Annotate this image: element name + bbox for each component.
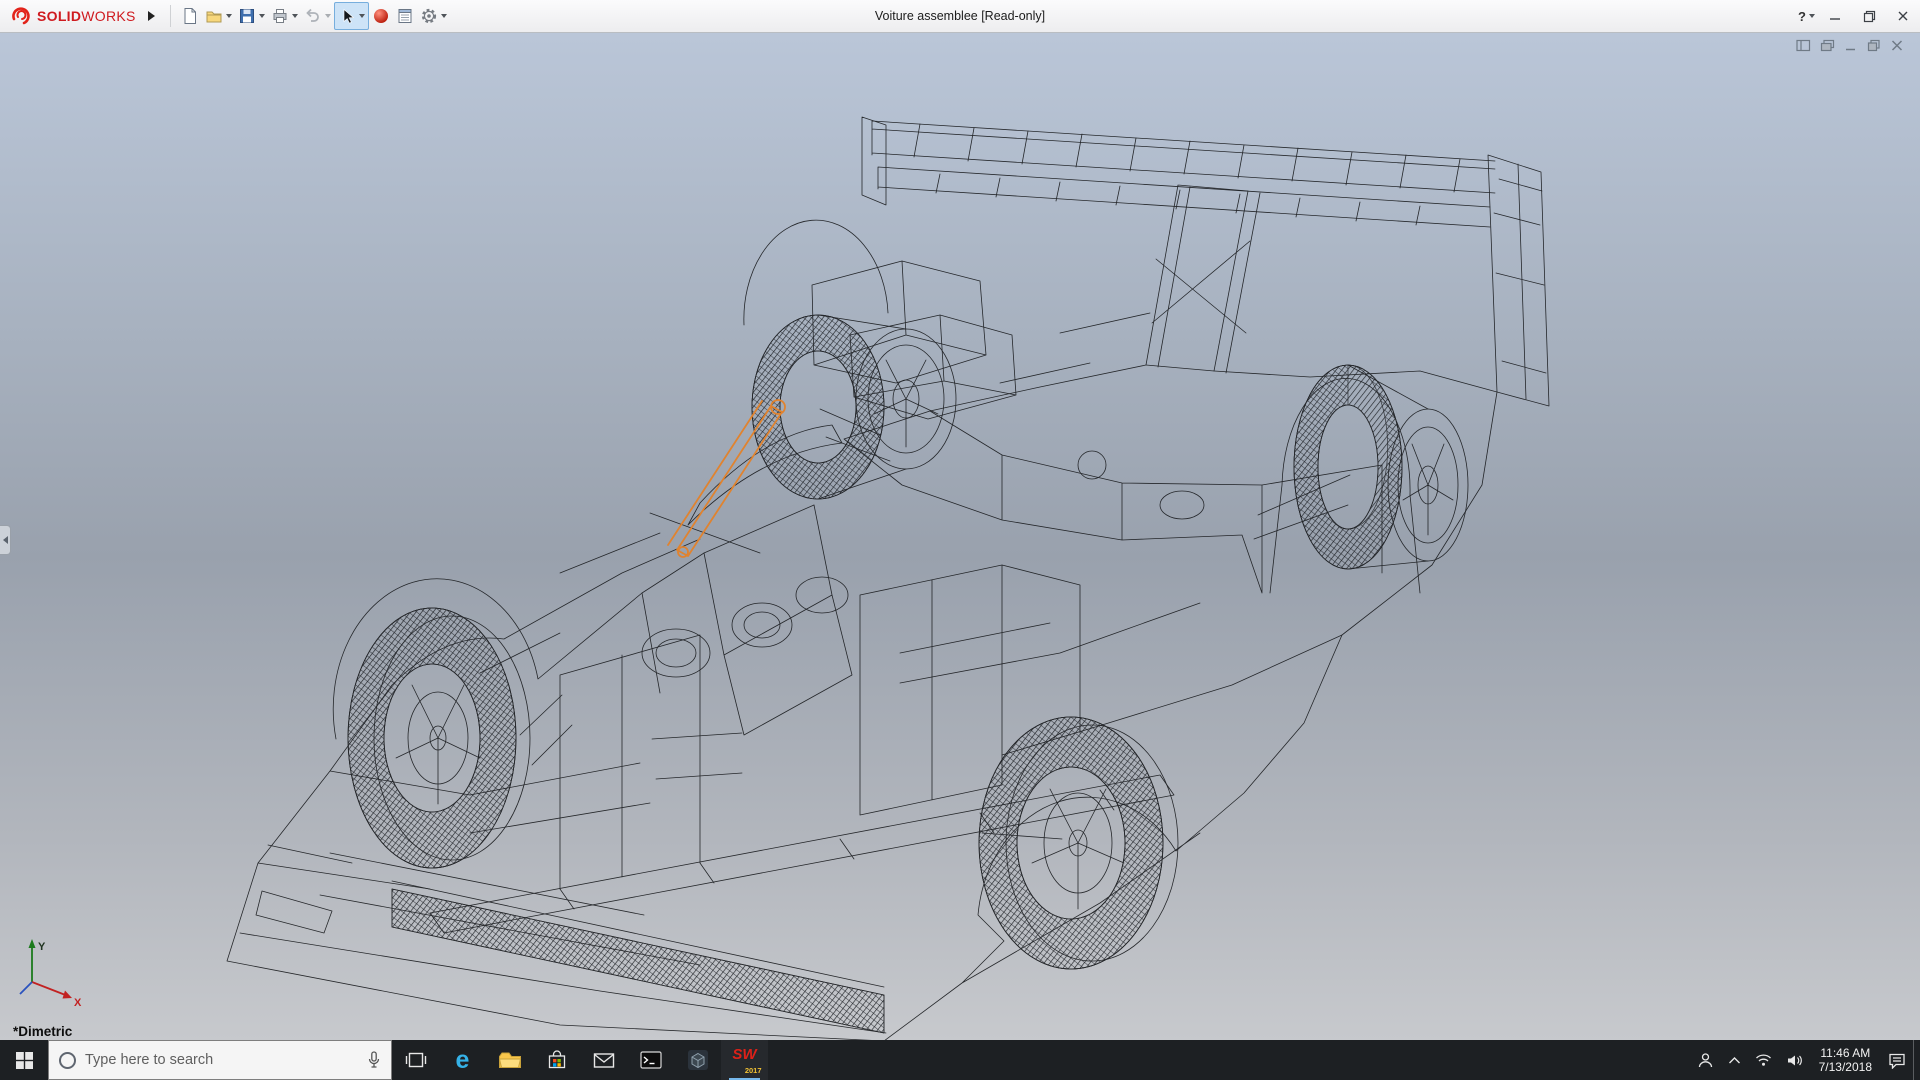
solidworks-logo-icon bbox=[10, 5, 32, 27]
taskbar-search[interactable] bbox=[48, 1040, 392, 1080]
new-document-icon bbox=[181, 7, 199, 25]
dark-cube-app-button[interactable] bbox=[674, 1040, 721, 1080]
action-center-button[interactable] bbox=[1881, 1040, 1913, 1080]
clock-time: 11:46 AM bbox=[1820, 1046, 1870, 1060]
help-button[interactable]: ? bbox=[1795, 2, 1818, 30]
chevron-up-icon bbox=[1728, 1056, 1741, 1065]
volume-icon bbox=[1786, 1053, 1803, 1068]
open-dropdown-arrow[interactable] bbox=[226, 14, 232, 18]
open-button[interactable] bbox=[202, 2, 235, 30]
search-input[interactable] bbox=[85, 1052, 358, 1068]
options-dropdown-arrow[interactable] bbox=[441, 14, 447, 18]
task-view-button[interactable] bbox=[392, 1040, 439, 1080]
system-tray: 11:46 AM 7/13/2018 bbox=[1690, 1040, 1920, 1080]
network-icon bbox=[1755, 1053, 1772, 1067]
start-button[interactable] bbox=[0, 1040, 48, 1080]
triad-y-label: Y bbox=[38, 941, 46, 953]
windows-logo-icon bbox=[16, 1052, 33, 1069]
close-window-button[interactable] bbox=[1886, 0, 1920, 33]
options-gear-icon bbox=[420, 7, 438, 25]
save-floppy-icon bbox=[238, 7, 256, 25]
minimize-icon bbox=[1829, 10, 1841, 22]
undo-dropdown-arrow[interactable] bbox=[325, 14, 331, 18]
dock-pane-icon[interactable] bbox=[1796, 39, 1811, 52]
undo-button[interactable] bbox=[301, 2, 334, 30]
store-icon bbox=[547, 1050, 567, 1070]
graphics-viewport[interactable]: Y X *Dimetric bbox=[0, 33, 1920, 1040]
select-dropdown-arrow[interactable] bbox=[359, 14, 365, 18]
orientation-triad: Y X bbox=[16, 936, 100, 1016]
select-cursor-icon bbox=[338, 7, 356, 25]
task-view-icon bbox=[405, 1051, 427, 1069]
restore-icon bbox=[1863, 10, 1876, 23]
dark-cube-app-icon bbox=[687, 1049, 709, 1071]
people-icon bbox=[1697, 1052, 1714, 1069]
action-center-icon bbox=[1888, 1052, 1906, 1069]
close-document-icon[interactable] bbox=[1890, 39, 1904, 52]
restore-document-icon[interactable] bbox=[1867, 39, 1881, 52]
print-dropdown-arrow[interactable] bbox=[292, 14, 298, 18]
document-window-controls bbox=[1796, 39, 1904, 52]
brand-text-solid: SOLID bbox=[37, 8, 81, 24]
solidworks-year-badge: 2017 bbox=[745, 1066, 762, 1075]
edge-button[interactable]: e bbox=[439, 1040, 486, 1080]
toolbar-separator bbox=[170, 5, 171, 27]
help-dropdown-arrow[interactable] bbox=[1809, 14, 1815, 18]
brand-text: SOLIDWORKS bbox=[37, 8, 136, 24]
print-icon bbox=[271, 7, 289, 25]
edge-icon: e bbox=[456, 1048, 470, 1073]
open-folder-icon bbox=[205, 7, 223, 25]
wireframe-car-model[interactable] bbox=[0, 33, 1920, 1040]
volume-button[interactable] bbox=[1779, 1040, 1810, 1080]
windows-taskbar: e bbox=[0, 1040, 1920, 1080]
clock-date: 7/13/2018 bbox=[1819, 1060, 1872, 1074]
appearance-sphere-button[interactable] bbox=[369, 2, 393, 30]
restore-window-button[interactable] bbox=[1852, 0, 1886, 33]
taskbar-clock[interactable]: 11:46 AM 7/13/2018 bbox=[1810, 1040, 1881, 1080]
solidworks-logo-letters: SW bbox=[730, 1045, 760, 1065]
triad-x-label: X bbox=[74, 997, 82, 1009]
network-button[interactable] bbox=[1748, 1040, 1779, 1080]
save-dropdown-arrow[interactable] bbox=[259, 14, 265, 18]
file-properties-icon bbox=[396, 7, 414, 25]
cascade-windows-icon[interactable] bbox=[1820, 39, 1835, 52]
file-properties-button[interactable] bbox=[393, 2, 417, 30]
file-explorer-button[interactable] bbox=[486, 1040, 533, 1080]
view-orientation-label: *Dimetric bbox=[13, 1024, 72, 1039]
new-document-button[interactable] bbox=[178, 2, 202, 30]
window-title: Voiture assemblee [Read-only] bbox=[875, 0, 1045, 33]
command-prompt-button[interactable] bbox=[627, 1040, 674, 1080]
store-button[interactable] bbox=[533, 1040, 580, 1080]
undo-icon bbox=[304, 7, 322, 25]
print-button[interactable] bbox=[268, 2, 301, 30]
mail-icon bbox=[593, 1052, 615, 1069]
hidden-icons-button[interactable] bbox=[1721, 1040, 1748, 1080]
cortana-icon bbox=[59, 1052, 76, 1069]
command-prompt-icon bbox=[640, 1051, 662, 1069]
options-button[interactable] bbox=[417, 2, 450, 30]
save-button[interactable] bbox=[235, 2, 268, 30]
help-label: ? bbox=[1798, 9, 1806, 24]
brand-text-works: WORKS bbox=[81, 8, 135, 24]
select-tool-button[interactable] bbox=[334, 2, 369, 30]
close-icon bbox=[1897, 10, 1909, 22]
solidworks-app-icon: SW 2017 bbox=[730, 1045, 760, 1075]
menu-flyout-arrow-icon[interactable] bbox=[148, 11, 155, 21]
show-desktop-button[interactable] bbox=[1913, 1040, 1920, 1080]
minimize-window-button[interactable] bbox=[1818, 0, 1852, 33]
appearance-sphere-icon bbox=[372, 7, 390, 25]
people-button[interactable] bbox=[1690, 1040, 1721, 1080]
solidworks-logo: SOLIDWORKS bbox=[0, 5, 144, 27]
solidworks-taskbar-button[interactable]: SW 2017 bbox=[721, 1040, 768, 1080]
microphone-icon[interactable] bbox=[367, 1051, 381, 1069]
file-explorer-icon bbox=[498, 1050, 522, 1070]
minimize-document-icon[interactable] bbox=[1844, 39, 1858, 52]
app-titlebar: SOLIDWORKS bbox=[0, 0, 1920, 33]
mail-button[interactable] bbox=[580, 1040, 627, 1080]
